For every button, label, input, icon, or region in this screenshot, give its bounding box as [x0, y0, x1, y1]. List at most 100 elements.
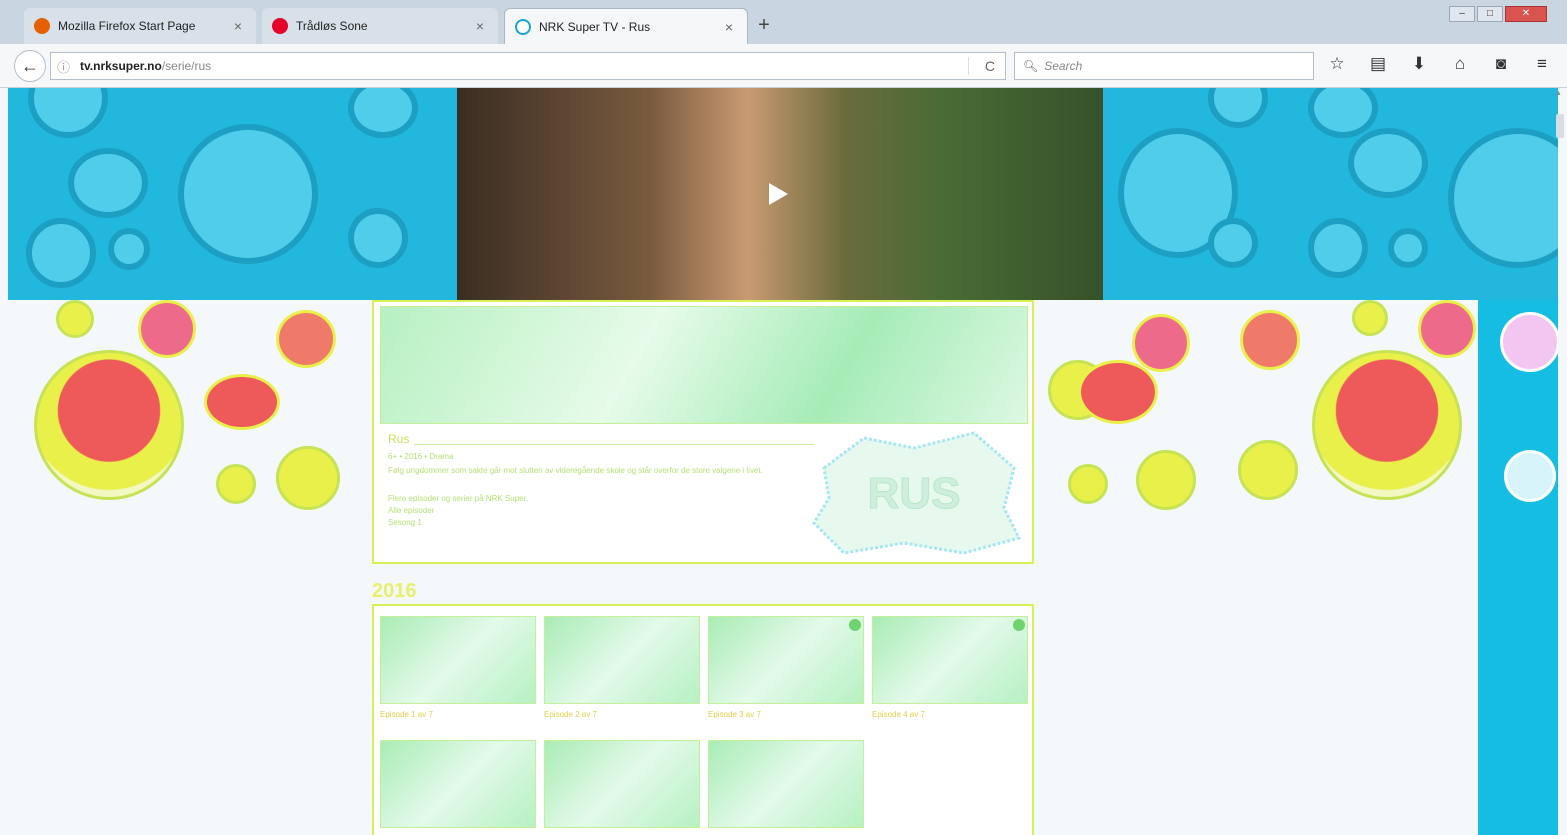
sun-icon	[276, 310, 336, 368]
tab-close-icon[interactable]: ×	[472, 18, 488, 34]
navigation-toolbar: ← ⓘ tv.nrksuper.no /serie/rus C 🔍︎ Searc…	[0, 44, 1567, 88]
cartoon-face-icon	[1208, 218, 1258, 268]
search-input[interactable]: 🔍︎ Search	[1014, 52, 1314, 80]
episode-card[interactable]: Episode 2 av 7	[544, 616, 700, 719]
cartoon-face-icon	[108, 228, 150, 270]
sun-icon	[1240, 310, 1300, 370]
series-title: Rus	[388, 432, 410, 446]
search-placeholder: Search	[1044, 59, 1083, 73]
scroll-up-arrow-icon[interactable]: ▲	[1555, 90, 1565, 100]
sun-icon	[1500, 312, 1558, 372]
cartoon-face-icon	[28, 88, 108, 138]
sun-icon	[1136, 450, 1196, 510]
episode-thumbnail[interactable]	[380, 740, 536, 828]
episode-label[interactable]: Episode 2 av 7	[544, 710, 700, 719]
tab-nrk-super[interactable]: NRK Super TV - Rus ×	[504, 8, 748, 44]
sun-icon	[216, 464, 256, 504]
tab-tradlos-sone[interactable]: Trådløs Sone ×	[262, 8, 498, 44]
episode-label[interactable]: Episode 3 av 7	[708, 710, 864, 719]
episode-card[interactable]	[380, 740, 536, 828]
tab-firefox-start[interactable]: Mozilla Firefox Start Page ×	[24, 8, 256, 44]
tab-strip: Mozilla Firefox Start Page × Trådløs Son…	[0, 0, 1567, 44]
episode-card[interactable]	[544, 740, 700, 828]
episode-thumbnail[interactable]	[708, 740, 864, 828]
download-icon[interactable]: ⬇	[1408, 54, 1430, 74]
sun-icon	[1418, 300, 1476, 358]
scrollbar-thumb[interactable]	[1556, 114, 1564, 138]
title-divider	[414, 444, 814, 445]
sun-icon	[1068, 464, 1108, 504]
sun-icon	[276, 446, 340, 510]
play-icon[interactable]	[763, 180, 791, 208]
cartoon-face-icon	[348, 208, 408, 268]
rus-logo-text: RUS	[868, 469, 961, 518]
close-window-button[interactable]: ✕	[1505, 6, 1547, 22]
sun-icon	[34, 350, 184, 500]
url-host: tv.nrksuper.no	[80, 59, 162, 73]
tab-title: NRK Super TV - Rus	[539, 19, 651, 34]
menu-icon[interactable]: ≡	[1531, 54, 1553, 74]
sun-icon	[1312, 350, 1462, 500]
cartoon-face-icon	[68, 148, 148, 218]
sun-icon	[56, 300, 94, 338]
tab-title: Mozilla Firefox Start Page	[58, 19, 196, 33]
cartoon-face-icon	[1348, 128, 1428, 198]
episode-thumbnail[interactable]	[544, 616, 700, 704]
url-separator	[968, 57, 969, 75]
back-button[interactable]: ←	[14, 50, 46, 82]
tab-title: Trådløs Sone	[296, 19, 368, 33]
home-icon[interactable]: ⌂	[1449, 54, 1471, 74]
new-badge-icon	[1013, 619, 1025, 631]
search-icon: 🔍︎	[1023, 59, 1039, 73]
series-meta: 6+ • 2016 • Drama	[388, 452, 454, 461]
tab-close-icon[interactable]: ×	[230, 18, 246, 34]
nrk-super-icon	[515, 18, 531, 35]
star-icon[interactable]: ☆	[1326, 54, 1348, 74]
sun-icon	[1132, 314, 1190, 372]
new-tab-button[interactable]: +	[752, 14, 776, 37]
video-player[interactable]	[457, 88, 1103, 300]
cartoon-face-icon	[178, 124, 318, 264]
web-page: Rus 6+ • 2016 • Drama Følg ungdommer som…	[8, 88, 1558, 835]
cartoon-face-icon	[1308, 218, 1368, 278]
sun-icon	[204, 374, 280, 430]
episode-grid: Episode 1 av 7 Episode 2 av 7 Episode 3 …	[372, 604, 1034, 835]
sun-icon	[1078, 360, 1158, 424]
cartoon-face-icon	[26, 218, 96, 288]
series-description: Følg ungdommer som sakte går mot slutten…	[388, 466, 763, 475]
season-link[interactable]: Sesong 1	[388, 518, 422, 527]
episode-thumbnail[interactable]	[544, 740, 700, 828]
url-path: /serie/rus	[161, 59, 212, 73]
episode-label[interactable]: Episode 4 av 7	[872, 710, 1028, 719]
all-episodes-link[interactable]: Alle episoder	[388, 506, 434, 515]
maximize-button[interactable]: □	[1477, 6, 1503, 22]
window-controls: – □ ✕	[1449, 6, 1547, 22]
cartoon-face-icon	[1308, 88, 1378, 138]
sun-icon	[1352, 300, 1388, 336]
cartoon-face-icon	[1504, 450, 1556, 502]
new-badge-icon	[849, 619, 861, 631]
series-extra-info: Flere episoder og serier på NRK Super.	[388, 494, 529, 503]
cartoon-face-icon	[1388, 228, 1428, 268]
firefox-icon	[34, 18, 50, 34]
episode-card[interactable]: Episode 1 av 7	[380, 616, 536, 719]
episode-card[interactable]	[708, 740, 864, 828]
minimize-button[interactable]: –	[1449, 6, 1475, 22]
url-bar[interactable]: ⓘ tv.nrksuper.no /serie/rus C	[50, 52, 1006, 80]
cartoon-face-icon	[1208, 88, 1268, 128]
rus-logo: RUS	[812, 431, 1022, 555]
pocket-icon[interactable]: ◙	[1490, 54, 1512, 74]
reload-button[interactable]: C	[985, 58, 995, 74]
sun-icon	[138, 300, 196, 358]
clipboard-icon[interactable]: ▤	[1367, 54, 1389, 74]
episode-label[interactable]: Episode 1 av 7	[380, 710, 536, 719]
episode-thumbnail[interactable]	[380, 616, 536, 704]
tab-close-icon[interactable]: ×	[721, 19, 737, 35]
series-info-card: Rus 6+ • 2016 • Drama Følg ungdommer som…	[372, 300, 1034, 564]
episode-thumbnail[interactable]	[872, 616, 1028, 704]
series-info: Rus 6+ • 2016 • Drama Følg ungdommer som…	[372, 300, 1034, 564]
episode-card[interactable]: Episode 4 av 7	[872, 616, 1028, 719]
info-icon[interactable]: ⓘ	[57, 57, 70, 76]
episode-thumbnail[interactable]	[708, 616, 864, 704]
episode-card[interactable]: Episode 3 av 7	[708, 616, 864, 719]
